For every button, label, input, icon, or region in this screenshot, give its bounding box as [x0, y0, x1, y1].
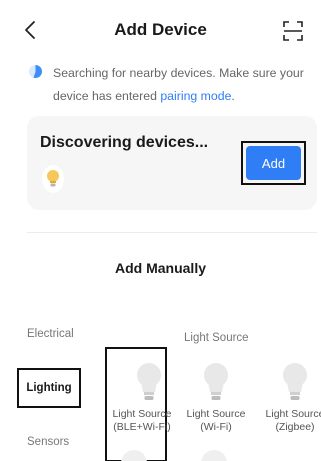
notice-suffix: . — [231, 89, 235, 103]
device-light-source-zigbee[interactable]: Light Source (Zigbee) — [255, 350, 321, 460]
pairing-mode-link[interactable]: pairing mode — [160, 89, 231, 103]
divider — [27, 232, 317, 233]
device-label: Light Source (BLE+Wi-Fi) — [112, 408, 172, 433]
device-light-source-ble-wifi[interactable]: Light Source (BLE+Wi-Fi) — [106, 350, 186, 460]
discovering-card: Discovering devices... Add — [27, 116, 317, 210]
discovering-title: Discovering devices... — [40, 134, 209, 151]
category-electrical[interactable]: Electrical — [27, 328, 74, 340]
add-button-highlight: Add — [241, 141, 306, 185]
category-sensors[interactable]: Sensors — [27, 436, 69, 448]
top-bar: Add Device — [0, 0, 321, 60]
discovered-bulb-icon — [42, 165, 64, 193]
add-button[interactable]: Add — [246, 146, 301, 180]
device-label: Light Source (Zigbee) — [265, 408, 321, 433]
loading-spinner-icon — [29, 65, 42, 78]
add-device-screen: Add Device Searching for nearby devices.… — [0, 0, 321, 461]
category-lighting[interactable]: Lighting — [17, 368, 81, 408]
scan-button[interactable] — [283, 21, 303, 41]
notice-text: Searching for nearby devices. Make sure … — [53, 62, 319, 108]
scan-icon — [283, 21, 303, 41]
device-light-source-wifi[interactable]: Light Source (Wi-Fi) — [176, 350, 256, 460]
device-label: Light Source (Wi-Fi) — [186, 408, 246, 433]
group-title-light-source: Light Source — [184, 332, 249, 344]
add-manually-title: Add Manually — [114, 260, 206, 276]
page-title: Add Device — [114, 20, 207, 39]
